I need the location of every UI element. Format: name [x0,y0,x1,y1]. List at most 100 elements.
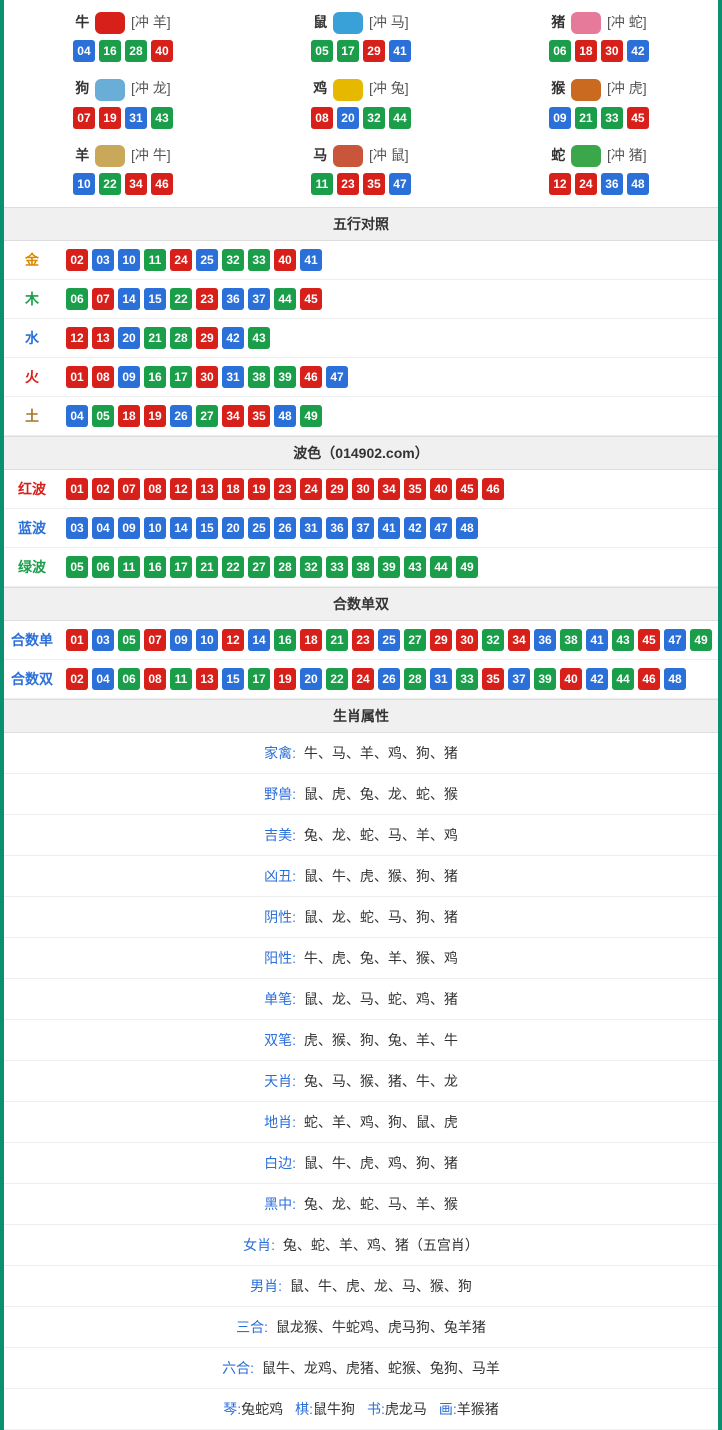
ball-16: 16 [99,40,121,62]
ball-30: 30 [352,478,374,500]
row-balls: 0204060811131517192022242628313335373940… [60,660,718,698]
ball-30: 30 [196,366,218,388]
zodiac-icon [95,79,125,101]
ball-36: 36 [534,629,556,651]
attr-val: 兔、蛇、羊、鸡、猪（五宫肖） [283,1237,479,1253]
ball-04: 04 [73,40,95,62]
ball-32: 32 [482,629,504,651]
seg-key: 画: [439,1401,457,1417]
ball-03: 03 [92,249,114,271]
row-balls: 1213202128294243 [60,319,718,357]
ball-02: 02 [66,249,88,271]
ball-07: 07 [144,629,166,651]
row-balls: 03040910141520252631363741424748 [60,509,718,547]
ball-20: 20 [300,668,322,690]
row-label: 合数双 [4,661,60,697]
ball-18: 18 [118,405,140,427]
ball-07: 07 [73,107,95,129]
ball-28: 28 [404,668,426,690]
ball-13: 13 [196,478,218,500]
ball-41: 41 [378,517,400,539]
ball-38: 38 [248,366,270,388]
attr-key: 天肖: [264,1073,296,1089]
zodiac-balls: 05172941 [242,40,480,62]
bose-title: 波色（014902.com） [4,436,718,470]
seg-1: 棋:鼠牛狗 [295,1399,355,1419]
ball-45: 45 [638,629,660,651]
attr-key: 家禽: [264,745,296,761]
ball-29: 29 [196,327,218,349]
zodiac-title: 蛇 [冲 猪] [480,145,718,167]
zodiac-icon [333,12,363,34]
ball-03: 03 [92,629,114,651]
wuxing-row-0: 金 02031011242532334041 [4,241,718,280]
zodiac-clash: [冲 蛇] [607,14,647,30]
zodiac-name: 猴 [551,80,565,96]
ball-31: 31 [125,107,147,129]
zodiac-clash: [冲 羊] [131,14,171,30]
ball-06: 06 [92,556,114,578]
ball-09: 09 [170,629,192,651]
row-balls: 0103050709101214161821232527293032343638… [60,621,718,659]
zodiac-balls: 12243648 [480,173,718,195]
zodiac-balls: 06183042 [480,40,718,62]
ball-33: 33 [601,107,623,129]
zodiac-clash: [冲 虎] [607,80,647,96]
ball-48: 48 [664,668,686,690]
row-balls: 05061116172122272832333839434449 [60,548,718,586]
ball-03: 03 [66,517,88,539]
ball-37: 37 [508,668,530,690]
attr-key: 单笔: [264,991,296,1007]
zodiac-balls: 11233547 [242,173,480,195]
zodiac-title: 马 [冲 鼠] [242,145,480,167]
heshu-title: 合数单双 [4,587,718,621]
attr-val: 兔、马、猴、猪、牛、龙 [304,1073,458,1089]
ball-22: 22 [222,556,244,578]
ball-35: 35 [248,405,270,427]
ball-29: 29 [430,629,452,651]
ball-32: 32 [300,556,322,578]
ball-12: 12 [66,327,88,349]
ball-24: 24 [352,668,374,690]
attr-val: 鼠、牛、虎、龙、马、猴、狗 [290,1278,472,1294]
zodiac-balls: 07193143 [4,107,242,129]
ball-26: 26 [170,405,192,427]
ball-16: 16 [144,366,166,388]
ball-19: 19 [99,107,121,129]
zodiac-clash: [冲 鼠] [369,147,409,163]
attr-row-7: 双笔: 虎、猴、狗、兔、羊、牛 [4,1020,718,1061]
ball-18: 18 [575,40,597,62]
ball-47: 47 [389,173,411,195]
ball-49: 49 [300,405,322,427]
zodiac-cell-7: 马 [冲 鼠] 11233547 [242,137,480,203]
ball-04: 04 [92,668,114,690]
ball-21: 21 [144,327,166,349]
seg-val: 虎龙马 [385,1401,427,1417]
ball-40: 40 [274,249,296,271]
row-balls: 0102070812131819232429303435404546 [60,470,718,508]
attr-key: 黑中: [264,1196,296,1212]
ball-44: 44 [389,107,411,129]
ball-32: 32 [363,107,385,129]
attr-row-3: 凶丑: 鼠、牛、虎、猴、狗、猪 [4,856,718,897]
ball-05: 05 [66,556,88,578]
bose-row-1: 蓝波 03040910141520252631363741424748 [4,509,718,548]
zodiac-clash: [冲 牛] [131,147,171,163]
ball-08: 08 [144,668,166,690]
ball-07: 07 [92,288,114,310]
ball-33: 33 [456,668,478,690]
zodiac-cell-0: 牛 [冲 羊] 04162840 [4,4,242,70]
ball-23: 23 [352,629,374,651]
ball-18: 18 [222,478,244,500]
attr-row-8: 天肖: 兔、马、猴、猪、牛、龙 [4,1061,718,1102]
heshu-row-0: 合数单 010305070910121416182123252729303234… [4,621,718,660]
zodiac-cell-8: 蛇 [冲 猪] 12243648 [480,137,718,203]
ball-10: 10 [118,249,140,271]
attr-val: 兔、龙、蛇、马、羊、鸡 [304,827,458,843]
zodiac-cell-3: 狗 [冲 龙] 07193143 [4,70,242,136]
ball-08: 08 [92,366,114,388]
ball-20: 20 [118,327,140,349]
wuxing-title: 五行对照 [4,207,718,241]
row-label: 合数单 [4,622,60,658]
ball-44: 44 [612,668,634,690]
